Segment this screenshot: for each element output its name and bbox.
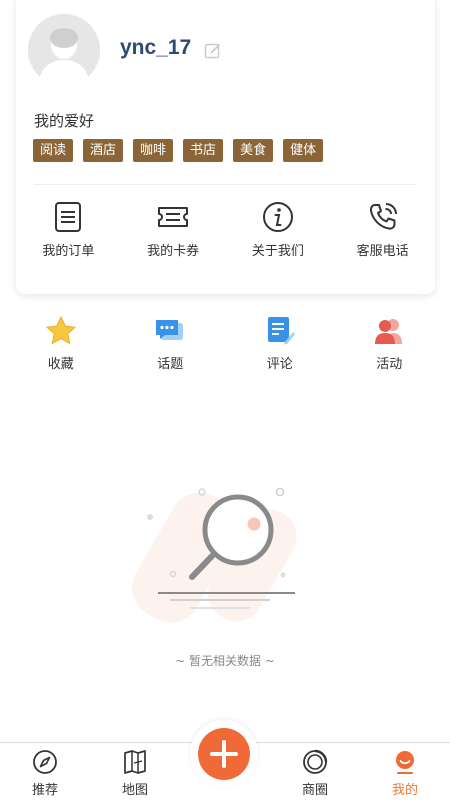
feature-label: 评论	[266, 357, 293, 372]
hobby-tags: 阅读 酒店 咖啡 书店 美食 健体	[33, 139, 324, 162]
tab-business[interactable]: 商圈	[270, 743, 360, 800]
feature-favorites[interactable]: 收藏	[6, 314, 116, 372]
hobby-tag: 阅读	[33, 139, 74, 162]
feature-row: 收藏 话题 评论 活动	[6, 314, 444, 372]
feature-label: 话题	[157, 357, 184, 372]
quick-link-about[interactable]: 关于我们	[226, 200, 331, 259]
compass-icon	[33, 750, 57, 774]
edit-icon[interactable]	[204, 42, 222, 60]
map-icon	[124, 750, 146, 774]
quick-link-label: 我的订单	[42, 244, 95, 259]
people-icon	[375, 319, 403, 344]
hobby-tag: 酒店	[83, 139, 124, 162]
feature-label: 收藏	[47, 357, 74, 372]
feature-activities[interactable]: 活动	[335, 314, 445, 372]
quick-link-phone[interactable]: 客服电话	[330, 200, 435, 259]
hobby-tag: 咖啡	[133, 139, 174, 162]
quick-link-label: 关于我们	[251, 244, 304, 259]
tab-label: 推荐	[31, 783, 58, 798]
quick-link-label: 客服电话	[356, 244, 409, 259]
feature-label: 活动	[376, 357, 403, 372]
profile-card: ync_17 我的爱好 阅读 酒店 咖啡 书店 美食 健体 我的订单 我的卡券 …	[16, 0, 435, 294]
tab-label: 商圈	[301, 783, 328, 798]
publish-button-inner	[198, 728, 250, 780]
hobby-title: 我的爱好	[34, 112, 95, 130]
tab-recommend[interactable]: 推荐	[0, 743, 90, 800]
feature-comments[interactable]: 评论	[225, 314, 335, 372]
tab-map[interactable]: 地图	[90, 743, 180, 800]
quick-links: 我的订单 我的卡券 关于我们 客服电话	[16, 200, 435, 259]
coupon-icon	[158, 207, 189, 227]
divider	[34, 184, 417, 185]
hobby-tag: 健体	[283, 139, 324, 162]
feature-topics[interactable]: 话题	[116, 314, 226, 372]
order-icon	[55, 202, 82, 232]
tab-label: 地图	[121, 783, 148, 798]
plus-icon	[210, 740, 238, 768]
tab-mine[interactable]: 我的	[360, 743, 450, 800]
quick-link-orders[interactable]: 我的订单	[16, 200, 121, 259]
circle-icon	[303, 749, 328, 774]
empty-state-magnifier-icon	[132, 487, 297, 623]
info-icon	[262, 202, 293, 232]
star-icon	[45, 315, 76, 345]
smile-icon	[396, 751, 414, 774]
username: ync_17	[120, 36, 192, 59]
empty-state-text: ~ 暂无相关数据 ~	[175, 654, 275, 668]
chat-icon	[156, 320, 184, 340]
hobby-tag: 书店	[183, 139, 224, 162]
quick-link-label: 我的卡券	[147, 244, 200, 259]
publish-button[interactable]	[190, 720, 258, 788]
quick-link-coupons[interactable]: 我的卡券	[121, 200, 226, 259]
phone-icon	[369, 203, 397, 230]
avatar[interactable]	[28, 14, 100, 86]
avatar-placeholder-icon	[28, 14, 100, 86]
hobby-tag: 美食	[233, 139, 274, 162]
tab-label: 我的	[391, 783, 418, 798]
comment-icon	[267, 317, 295, 345]
